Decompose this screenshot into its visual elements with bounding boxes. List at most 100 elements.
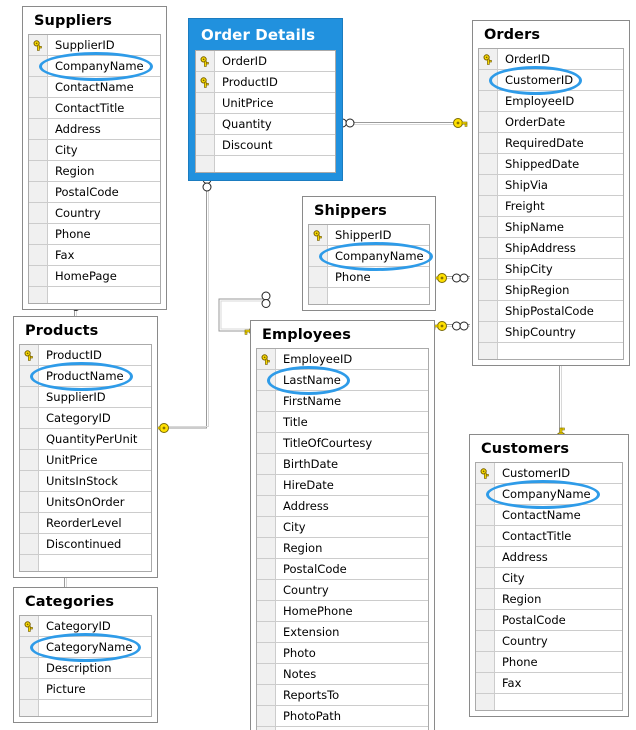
field-row[interactable]: SupplierID [20,387,151,408]
primary-key-icon [261,353,270,365]
field-row[interactable]: CompanyName [29,56,160,77]
field-row[interactable]: SupplierID [29,35,160,56]
field-row[interactable]: PhotoPath [257,706,428,727]
field-row[interactable]: ShipperID [309,225,429,246]
field-row[interactable]: Phone [29,224,160,245]
field-row[interactable]: CustomerID [479,70,623,91]
field-row[interactable]: ContactTitle [29,98,160,119]
field-row[interactable]: ShipVia [479,175,623,196]
field-row[interactable]: Extension [257,622,428,643]
table-shippers[interactable]: Shippers ShipperID CompanyName Phone [302,196,436,311]
field-row[interactable]: ProductID [20,345,151,366]
field-row[interactable]: CompanyName [309,246,429,267]
field-row[interactable]: City [476,568,622,589]
field-row[interactable]: RequiredDate [479,133,623,154]
field-row[interactable]: BirthDate [257,454,428,475]
field-row[interactable]: Country [29,203,160,224]
field-name: Picture [46,682,86,696]
table-products[interactable]: Products ProductID ProductName SupplierID Ca… [13,316,158,578]
field-row[interactable]: Phone [309,267,429,288]
field-list-order-details: OrderID ProductID UnitPrice Quantity Discoun… [195,50,336,173]
field-row[interactable]: Phone [476,652,622,673]
field-row[interactable]: CategoryID [20,616,151,637]
field-row[interactable]: Region [29,161,160,182]
field-row[interactable]: LastName [257,370,428,391]
field-row[interactable]: ReorderLevel [20,513,151,534]
field-row[interactable]: Country [257,580,428,601]
table-order-details[interactable]: Order Details OrderID ProductID UnitPrice Qu… [188,18,343,181]
field-gutter [479,175,498,195]
field-name: UnitPrice [46,453,98,467]
field-row[interactable]: ShipCountry [479,322,623,343]
field-row[interactable]: ContactName [476,505,622,526]
field-row[interactable]: ShipName [479,217,623,238]
field-row[interactable]: ReportsTo [257,685,428,706]
field-row[interactable]: FirstName [257,391,428,412]
field-row[interactable]: ShipPostalCode [479,301,623,322]
field-row[interactable]: City [29,140,160,161]
field-gutter [20,492,39,512]
field-row[interactable]: HomePage [29,266,160,287]
field-row[interactable]: HireDate [257,475,428,496]
table-title-customers: Customers [481,441,570,457]
field-row[interactable]: OrderID [479,49,623,70]
field-row[interactable]: Fax [476,673,622,694]
field-row[interactable]: ContactName [29,77,160,98]
field-row[interactable]: CustomerID [476,463,622,484]
table-customers[interactable]: Customers CustomerID CompanyName ContactNam… [469,434,629,717]
field-row[interactable]: Title [257,412,428,433]
field-row[interactable]: ShippedDate [479,154,623,175]
field-row[interactable]: PostalCode [257,559,428,580]
field-row[interactable]: Fax [29,245,160,266]
field-name: Title [283,415,308,429]
field-row[interactable]: ContactTitle [476,526,622,547]
field-row[interactable]: Country [476,631,622,652]
field-name: Discontinued [46,537,122,551]
field-row[interactable]: ShipCity [479,259,623,280]
field-row[interactable]: Quantity [196,114,335,135]
field-gutter [20,429,39,449]
field-row[interactable]: UnitPrice [20,450,151,471]
field-row[interactable]: Photo [257,643,428,664]
field-row[interactable]: HomePhone [257,601,428,622]
field-row[interactable]: QuantityPerUnit [20,429,151,450]
field-row[interactable]: Address [29,119,160,140]
field-row[interactable]: OrderID [196,51,335,72]
field-row[interactable]: TitleOfCourtesy [257,433,428,454]
field-row[interactable]: Address [476,547,622,568]
field-row[interactable]: City [257,517,428,538]
field-list-orders: OrderID CustomerID EmployeeID OrderDate Requ… [478,48,624,360]
field-row[interactable]: Picture [20,679,151,700]
field-name: PostalCode [283,562,347,576]
field-row[interactable]: Region [476,589,622,610]
field-row[interactable]: PostalCode [29,182,160,203]
field-row[interactable]: Discount [196,135,335,156]
field-gutter [257,475,276,495]
field-row[interactable]: Address [257,496,428,517]
field-row[interactable]: EmployeeID [479,91,623,112]
table-orders[interactable]: Orders OrderID CustomerID EmployeeID OrderDa… [472,20,630,366]
field-row[interactable]: CategoryName [20,637,151,658]
table-employees[interactable]: Employees EmployeeID LastName FirstName Titl… [250,320,435,730]
field-name: Fax [502,676,522,690]
field-row[interactable]: Freight [479,196,623,217]
field-row[interactable]: ProductID [196,72,335,93]
field-row[interactable]: UnitPrice [196,93,335,114]
field-row[interactable]: UnitsOnOrder [20,492,151,513]
field-row[interactable]: ProductName [20,366,151,387]
field-row[interactable]: OrderDate [479,112,623,133]
table-categories[interactable]: Categories CategoryID CategoryName Descript… [13,587,158,723]
field-row[interactable]: EmployeeID [257,349,428,370]
field-row[interactable]: PostalCode [476,610,622,631]
field-row[interactable]: CompanyName [476,484,622,505]
field-row[interactable]: Description [20,658,151,679]
field-row[interactable]: CategoryID [20,408,151,429]
table-suppliers[interactable]: Suppliers SupplierID CompanyName ContactNam… [22,6,167,310]
infinity-endpoint-orders-shippers [452,273,469,283]
field-row[interactable]: Discontinued [20,534,151,555]
field-row[interactable]: UnitsInStock [20,471,151,492]
field-row[interactable]: ShipAddress [479,238,623,259]
field-row[interactable]: ShipRegion [479,280,623,301]
field-row[interactable]: Notes [257,664,428,685]
field-row[interactable]: Region [257,538,428,559]
